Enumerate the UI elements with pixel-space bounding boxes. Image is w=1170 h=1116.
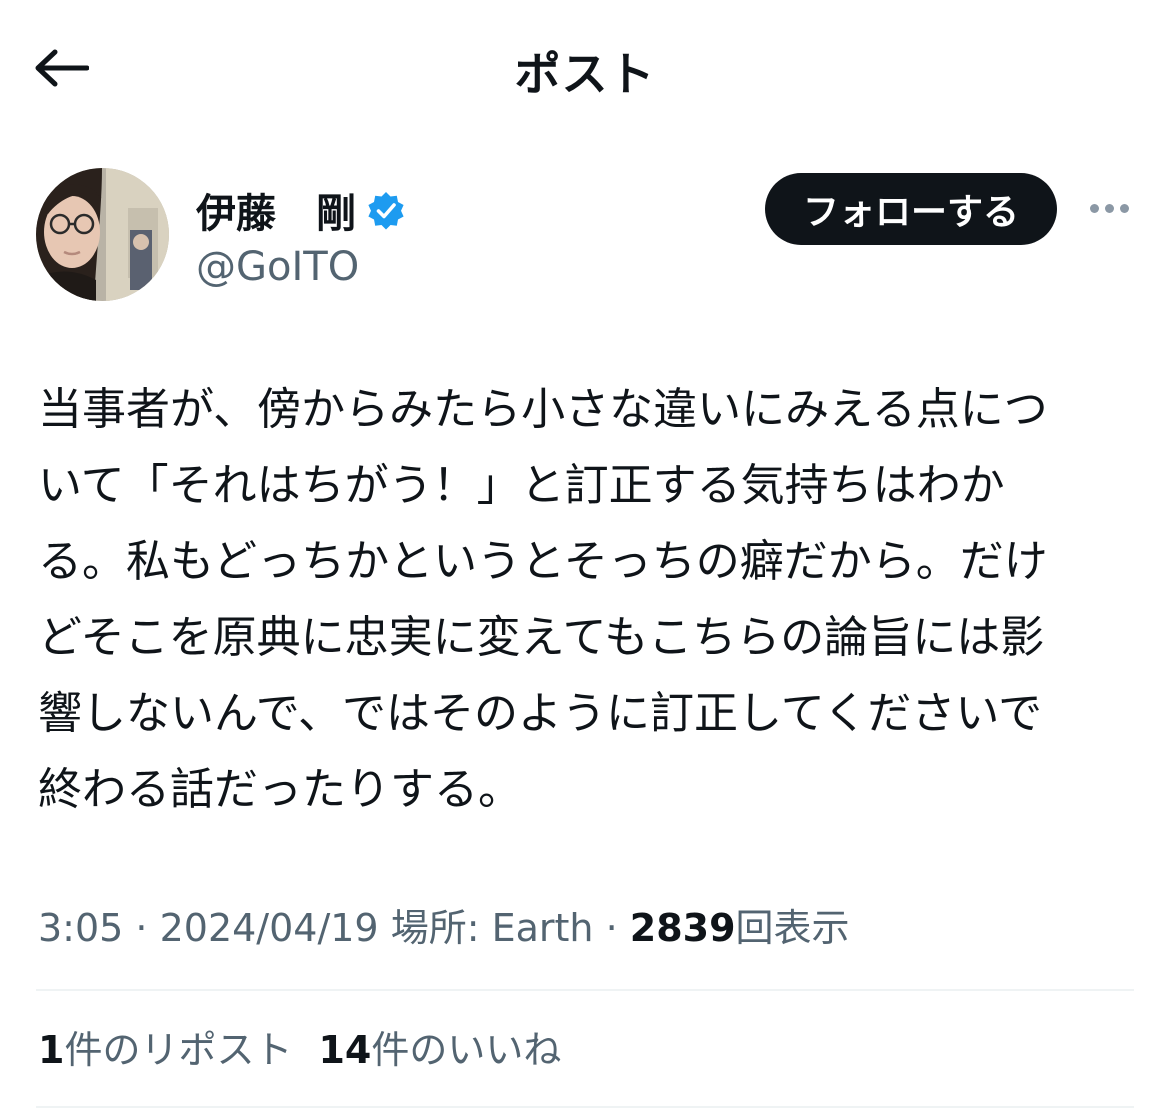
verified-badge-icon bbox=[368, 192, 404, 230]
post-text-line: 響しないんで、ではそのように訂正してくださいで bbox=[38, 688, 1043, 739]
likes-label: 件のいいね bbox=[371, 1028, 562, 1072]
page-title: ポスト bbox=[514, 47, 656, 101]
post-text-line: いて「それはちがう！」と訂正する気持ちはわか bbox=[38, 460, 1005, 511]
display-name-row: 伊藤 剛 bbox=[196, 182, 406, 238]
avatar-image bbox=[36, 168, 169, 301]
ellipsis-icon bbox=[1089, 203, 1099, 213]
display-name[interactable]: 伊藤 剛 bbox=[196, 181, 356, 239]
reposts-stat[interactable]: 1件のリポスト bbox=[38, 1022, 292, 1078]
separator: · bbox=[123, 906, 160, 950]
author-names: 伊藤 剛 @GoITO bbox=[196, 182, 406, 290]
user-handle[interactable]: @GoITO bbox=[196, 244, 406, 290]
more-options-button[interactable] bbox=[1084, 188, 1134, 228]
views-label: 回表示 bbox=[735, 906, 850, 950]
top-bar: ポスト bbox=[0, 0, 1170, 135]
post-text-line: る。私もどっちかというとそっちの癖だから。だけ bbox=[38, 536, 1048, 587]
ellipsis-dot bbox=[1119, 203, 1129, 213]
post-meta: 3:05 · 2024/04/19 場所: Earth · 2839回表示 bbox=[38, 900, 850, 956]
post-stats: 1件のリポスト 14件のいいね bbox=[38, 1022, 561, 1078]
reposts-count: 1 bbox=[38, 1028, 65, 1072]
ellipsis-dot bbox=[1104, 203, 1114, 213]
post-time[interactable]: 3:05 bbox=[38, 906, 123, 950]
divider bbox=[36, 989, 1134, 991]
avatar[interactable] bbox=[36, 168, 169, 301]
likes-stat[interactable]: 14件のいいね bbox=[318, 1022, 561, 1078]
reposts-label: 件のリポスト bbox=[64, 1028, 293, 1072]
post-author: 伊藤 剛 @GoITO フォローする bbox=[36, 168, 1136, 304]
post-text-line: どそこを原典に忠実に変えてもこちらの論旨には影 bbox=[38, 612, 1045, 663]
post-location: 場所: Earth bbox=[390, 906, 594, 950]
post-text-line: 終わる話だったりする。 bbox=[38, 764, 522, 815]
divider bbox=[36, 1106, 1134, 1108]
separator: · bbox=[593, 906, 630, 950]
follow-button[interactable]: フォローする bbox=[765, 173, 1057, 245]
post-text: 当事者が、傍からみたら小さな違いにみえる点につ いて「それはちがう！」と訂正する… bbox=[38, 372, 1138, 828]
views-count: 2839 bbox=[629, 906, 736, 950]
post-text-line: 当事者が、傍からみたら小さな違いにみえる点につ bbox=[38, 384, 1048, 435]
likes-count: 14 bbox=[318, 1028, 372, 1072]
post-date[interactable]: 2024/04/19 bbox=[160, 906, 379, 950]
